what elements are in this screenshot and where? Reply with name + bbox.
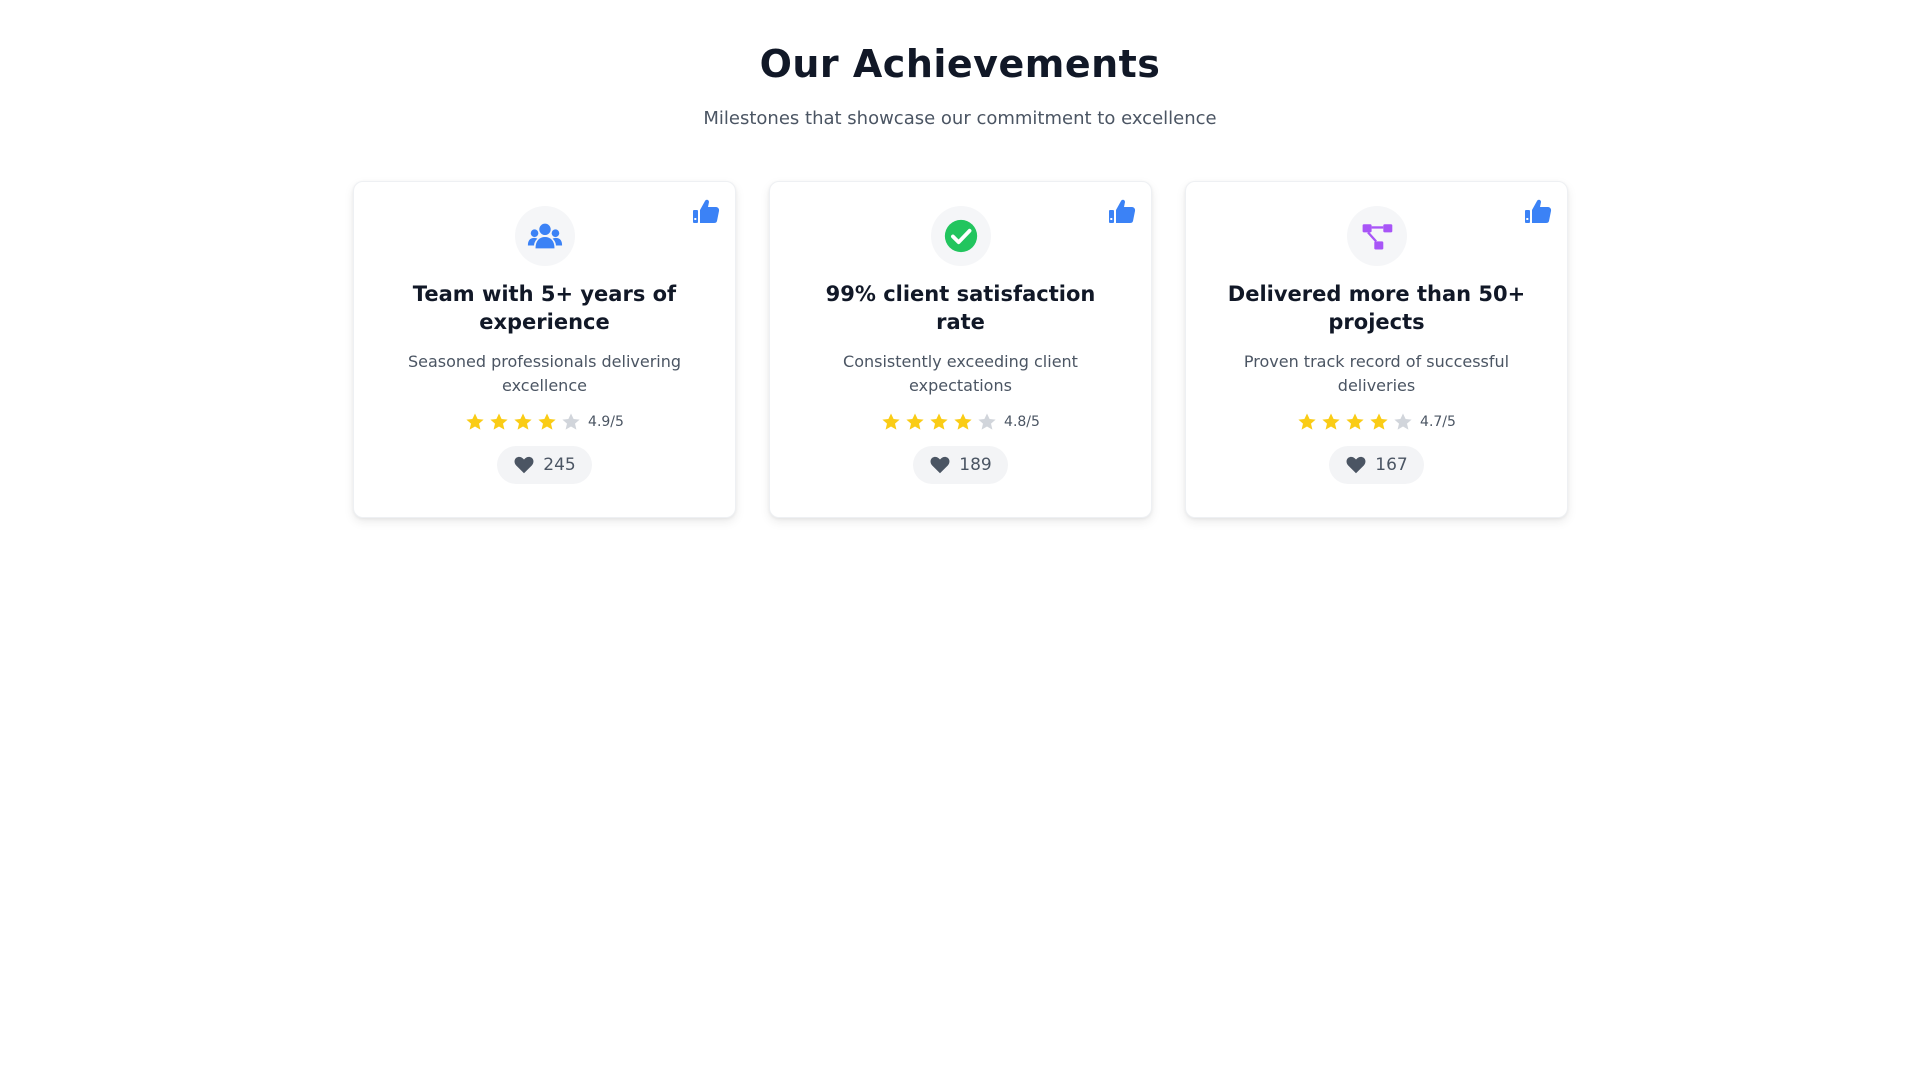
star-filled-icon — [1346, 413, 1364, 430]
page-title: Our Achievements — [759, 42, 1161, 86]
star-empty-icon — [562, 413, 580, 430]
rating-value: 4.7/5 — [1420, 414, 1456, 430]
heart-icon — [930, 456, 950, 474]
star-filled-icon — [954, 413, 972, 430]
thumbs-up-icon[interactable] — [1523, 196, 1553, 226]
card-title: Team with 5+ years of experience — [412, 282, 677, 334]
users-group-icon — [527, 223, 563, 249]
card-description: Proven track record of successful delive… — [1243, 352, 1510, 395]
card-icon-container — [515, 206, 575, 266]
star-rating: 4.9/5 — [465, 412, 624, 432]
heart-icon — [1346, 456, 1366, 474]
card-description: Consistently exceeding client expectatio… — [843, 352, 1078, 395]
card-description: Seasoned professionals delivering excell… — [407, 352, 682, 395]
rating-value: 4.8/5 — [1004, 414, 1040, 430]
star-filled-icon — [1370, 413, 1388, 430]
star-filled-icon — [490, 413, 508, 430]
card-icon-container — [1347, 206, 1407, 266]
project-diagram-icon — [1362, 224, 1393, 250]
star-filled-icon — [906, 413, 924, 430]
like-button[interactable]: 189 — [913, 446, 1008, 484]
achievement-card: Delivered more than 50+ projects Proven … — [1185, 181, 1568, 518]
stars-group — [1297, 412, 1413, 432]
star-filled-icon — [538, 413, 556, 430]
stars-group — [465, 412, 581, 432]
stars-group — [881, 412, 997, 432]
achievement-card: Team with 5+ years of experience Seasone… — [353, 181, 736, 518]
thumbs-up-icon[interactable] — [691, 196, 721, 226]
card-icon-container — [931, 206, 991, 266]
like-count: 245 — [543, 455, 576, 475]
star-filled-icon — [1322, 413, 1340, 430]
heart-icon — [514, 456, 534, 474]
star-filled-icon — [466, 413, 484, 430]
star-rating: 4.8/5 — [881, 412, 1040, 432]
like-button[interactable]: 167 — [1329, 446, 1424, 484]
like-count: 189 — [959, 455, 992, 475]
star-filled-icon — [514, 413, 532, 430]
thumbs-up-icon[interactable] — [1107, 196, 1137, 226]
star-filled-icon — [930, 413, 948, 430]
star-rating: 4.7/5 — [1297, 412, 1456, 432]
card-title: 99% client satisfaction rate — [825, 282, 1096, 334]
like-count: 167 — [1375, 455, 1408, 475]
card-title: Delivered more than 50+ projects — [1227, 282, 1526, 334]
page-subtitle: Milestones that showcase our commitment … — [703, 108, 1217, 129]
rating-value: 4.9/5 — [588, 414, 624, 430]
achievement-card: 99% client satisfaction rate Consistentl… — [769, 181, 1152, 518]
star-empty-icon — [1394, 413, 1412, 430]
star-empty-icon — [978, 413, 996, 430]
like-button[interactable]: 245 — [497, 446, 592, 484]
star-filled-icon — [882, 413, 900, 430]
star-filled-icon — [1298, 413, 1316, 430]
check-circle-icon — [944, 219, 978, 253]
